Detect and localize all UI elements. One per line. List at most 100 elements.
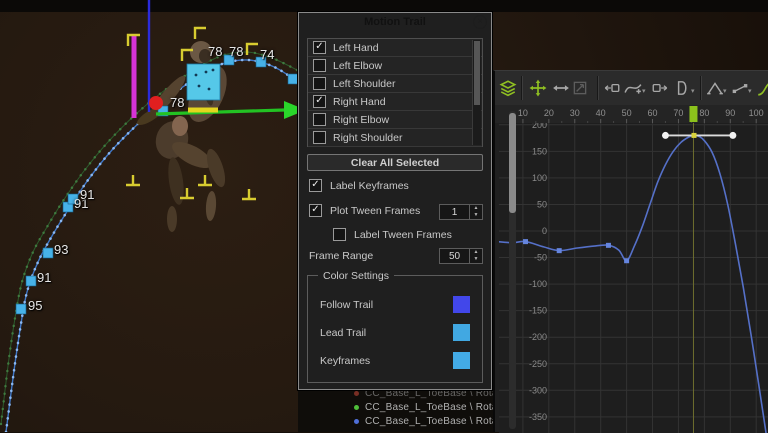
label-tween-row[interactable]: Label Tween Frames xyxy=(333,228,452,241)
curve-keyframe[interactable] xyxy=(624,258,629,263)
bone-label: Right Elbow xyxy=(333,114,389,126)
plot-tween-value: 1 xyxy=(440,205,469,219)
svg-text:150: 150 xyxy=(532,146,547,156)
list-scrollbar[interactable] xyxy=(472,40,481,145)
curve-editor-scrollbar[interactable] xyxy=(509,111,516,429)
svg-text:40: 40 xyxy=(596,108,606,118)
legend-color-dot xyxy=(354,419,359,424)
move-keys-icon[interactable] xyxy=(529,79,547,97)
bone-list-item[interactable]: ✓ Left Hand xyxy=(308,39,482,57)
svg-text:50: 50 xyxy=(622,108,632,118)
svg-text:100: 100 xyxy=(749,108,764,118)
svg-text:70: 70 xyxy=(673,108,683,118)
bone-label: Left Hand xyxy=(333,42,379,54)
curve-plot-area[interactable]: 200150100500-50-100-150-200-250-300-350 xyxy=(499,123,768,433)
color-swatch[interactable] xyxy=(453,296,470,313)
curve-editor-panel[interactable]: ▾ ▾ ▾ ▾ 102030405060708090100 2001501005… xyxy=(493,70,768,432)
dialog-title-bar[interactable]: Motion Trail × xyxy=(299,13,491,30)
toolbar-separator xyxy=(597,76,599,100)
bone-checkbox[interactable] xyxy=(313,113,326,126)
label-tween-frames-checkbox[interactable] xyxy=(333,228,346,241)
plot-tween-spinner[interactable]: 1 ▲▼ xyxy=(439,204,483,220)
svg-text:60: 60 xyxy=(648,108,658,118)
label-keyframes-checkbox[interactable]: ✓ xyxy=(309,179,322,192)
label-tween-frames-label: Label Tween Frames xyxy=(354,229,452,241)
close-icon[interactable]: × xyxy=(473,15,487,29)
plot-tween-frames-checkbox[interactable]: ✓ xyxy=(309,204,322,217)
scrollbar-thumb[interactable] xyxy=(509,113,516,213)
curve-keyframe[interactable] xyxy=(523,239,528,244)
plot-tween-row[interactable]: ✓ Plot Tween Frames xyxy=(309,204,420,217)
selected-keyframe-box[interactable] xyxy=(187,64,220,100)
box-transform-icon[interactable] xyxy=(571,79,589,97)
color-setting-label: Follow Trail xyxy=(320,299,373,311)
bone-checklist[interactable]: ✓Left HandLeft ElbowLeft Shoulder✓Right … xyxy=(307,38,483,147)
curve-editor-toolbar: ▾ ▾ ▾ ▾ xyxy=(495,71,768,106)
break-tangent-dropdown-icon[interactable]: ▾ xyxy=(748,87,752,95)
bone-list-item[interactable]: Left Elbow xyxy=(308,57,482,75)
frame-range-label: Frame Range xyxy=(309,250,373,262)
label-keyframes-label: Label Keyframes xyxy=(330,180,409,192)
timeline-ruler[interactable]: 102030405060708090100 xyxy=(495,105,768,123)
trail-keyframe-markers[interactable] xyxy=(16,55,298,314)
linear-tangent-dropdown-icon[interactable]: ▾ xyxy=(723,87,727,95)
bone-list-item[interactable]: ✓Right Hand xyxy=(308,93,482,111)
svg-text:-300: -300 xyxy=(529,385,547,395)
color-settings-group: Color Settings Follow TrailLead TrailKey… xyxy=(307,275,483,383)
curve-list-icon[interactable] xyxy=(499,79,517,97)
spin-down-icon[interactable]: ▼ xyxy=(470,256,482,263)
svg-text:-100: -100 xyxy=(529,279,547,289)
motion-trail-dialog[interactable]: Motion Trail × ✓ Left Hand Left Elbow Left … xyxy=(298,12,492,390)
align-key-right-icon[interactable] xyxy=(651,79,669,97)
curve-legend: CC_Base_L_ToeBase \ Rotation XCC_Base_L_… xyxy=(298,384,497,432)
bone-checkbox[interactable] xyxy=(313,77,326,90)
bone-list-item[interactable]: Right Shoulder xyxy=(308,129,482,147)
curve-keyframe[interactable] xyxy=(606,243,611,248)
tangent-handle-end[interactable] xyxy=(729,132,736,139)
toolbar-separator xyxy=(521,76,523,100)
add-key-icon[interactable] xyxy=(624,79,642,97)
spin-down-icon[interactable]: ▼ xyxy=(470,212,482,219)
color-swatch[interactable] xyxy=(453,324,470,341)
scale-horizontal-icon[interactable] xyxy=(552,79,570,97)
bone-label: Right Shoulder xyxy=(333,132,402,144)
color-setting-label: Keyframes xyxy=(320,355,370,367)
frame-range-row: Frame Range xyxy=(309,250,373,262)
toolbar-separator xyxy=(700,76,702,100)
dialog-title: Motion Trail xyxy=(364,16,426,28)
svg-text:90: 90 xyxy=(725,108,735,118)
selected-curve-keyframe[interactable] xyxy=(691,133,696,138)
curve-shape-dropdown-icon[interactable]: ▾ xyxy=(691,87,695,95)
align-key-left-icon[interactable] xyxy=(603,79,621,97)
add-key-dropdown-icon[interactable]: ▾ xyxy=(642,87,646,95)
color-swatch[interactable] xyxy=(453,352,470,369)
spin-up-icon[interactable]: ▲ xyxy=(470,205,482,212)
ease-curve-icon[interactable] xyxy=(756,79,768,97)
list-scrollbar-thumb[interactable] xyxy=(474,41,480,105)
bone-checkbox[interactable]: ✓ xyxy=(313,95,326,108)
frame-range-spinner[interactable]: 50 ▲▼ xyxy=(439,248,483,264)
tangent-handle-end[interactable] xyxy=(662,132,669,139)
legend-color-dot xyxy=(354,391,359,396)
break-tangent-icon[interactable] xyxy=(731,79,749,97)
bone-list-item[interactable]: Right Elbow xyxy=(308,111,482,129)
curve-keyframe[interactable] xyxy=(557,248,562,253)
frame-range-value: 50 xyxy=(440,249,469,263)
svg-text:80: 80 xyxy=(699,108,709,118)
svg-text:-150: -150 xyxy=(529,306,547,316)
bone-label: Left Elbow xyxy=(333,60,382,72)
playhead-marker xyxy=(689,106,697,122)
linear-tangent-icon[interactable] xyxy=(706,79,724,97)
svg-text:100: 100 xyxy=(532,173,547,183)
clear-all-selected-button[interactable]: Clear All Selected xyxy=(307,154,483,171)
bone-checkbox[interactable] xyxy=(313,59,326,72)
bone-checkbox[interactable]: ✓ xyxy=(313,41,326,54)
curve-shape-icon[interactable] xyxy=(673,79,691,97)
svg-text:200: 200 xyxy=(532,123,547,130)
bone-checkbox[interactable] xyxy=(313,131,326,144)
motion-trail-curves xyxy=(1,52,302,432)
spin-up-icon[interactable]: ▲ xyxy=(470,249,482,256)
label-keyframes-row[interactable]: ✓ Label Keyframes xyxy=(309,179,409,192)
bone-list-item[interactable]: Left Shoulder xyxy=(308,75,482,93)
color-setting-row: Lead Trail xyxy=(320,324,470,341)
